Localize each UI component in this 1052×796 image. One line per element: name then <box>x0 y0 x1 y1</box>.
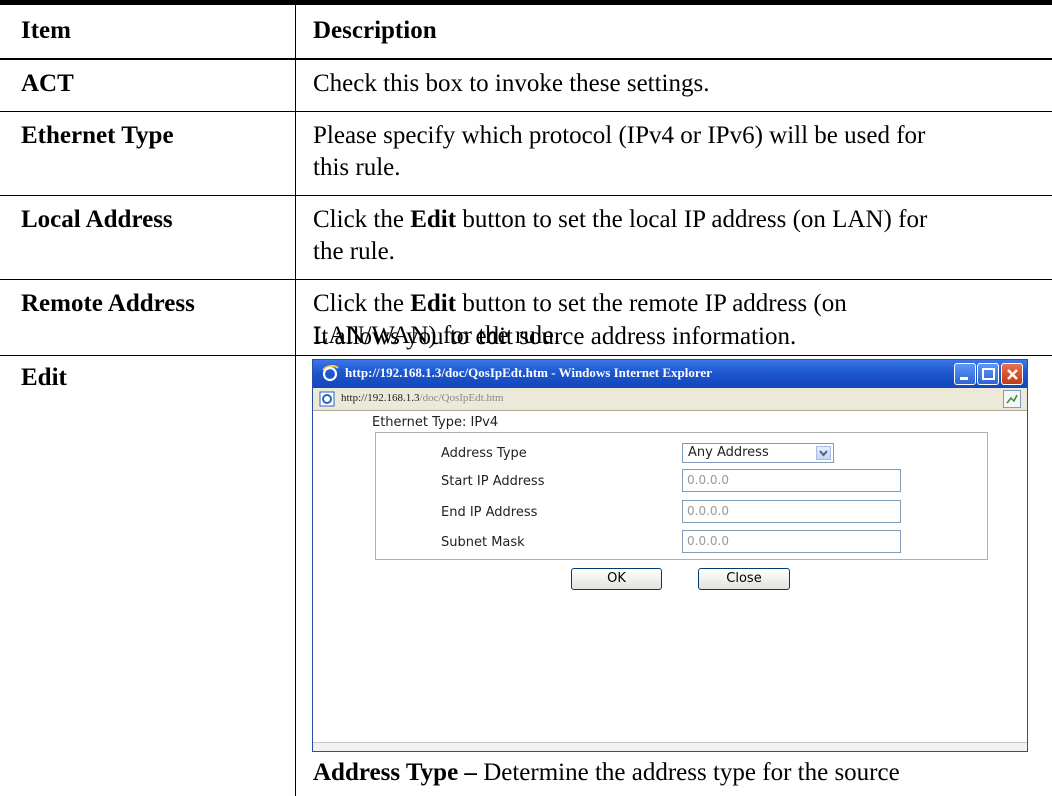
desc-local-address-line1: Click the Edit button to set the local I… <box>313 205 927 235</box>
ie-logo-icon <box>321 364 339 382</box>
desc-remote-address-line1: Click the Edit button to set the remote … <box>313 289 847 319</box>
minimize-icon <box>960 377 968 380</box>
row-rule <box>0 111 1052 112</box>
subnet-mask-label: Subnet Mask <box>441 535 525 550</box>
document-page: Item Description ACT Check this box to i… <box>0 0 1052 796</box>
page-icon <box>319 391 335 407</box>
column-divider <box>295 5 296 796</box>
edit-emphasis: Edit <box>410 206 457 233</box>
row-rule <box>0 279 1052 280</box>
close-window-button[interactable] <box>1001 363 1023 385</box>
end-ip-input[interactable]: 0.0.0.0 <box>682 500 901 523</box>
row-rule <box>0 355 1052 356</box>
chevron-down-icon <box>816 446 831 460</box>
desc-ethernet-type-line2: this rule. <box>313 154 401 181</box>
edit-emphasis: Edit <box>410 290 457 317</box>
column-header-description: Description <box>313 17 437 44</box>
desc-text: button to set the remote IP address (on <box>456 290 847 317</box>
close-icon <box>1007 369 1018 380</box>
item-edit: Edit <box>21 364 67 391</box>
desc-local-address-line2: the rule. <box>313 238 395 265</box>
close-button[interactable]: Close <box>698 568 790 590</box>
maximize-button[interactable] <box>977 363 999 385</box>
start-ip-value: 0.0.0.0 <box>687 473 729 487</box>
address-type-value: Any Address <box>688 445 769 460</box>
table-top-rule <box>0 0 1052 5</box>
end-ip-value: 0.0.0.0 <box>687 504 729 518</box>
start-ip-input[interactable]: 0.0.0.0 <box>682 469 901 492</box>
row-rule <box>0 195 1052 196</box>
column-header-item: Item <box>21 17 71 44</box>
item-ethernet-type: Ethernet Type <box>21 122 174 149</box>
address-type-label: Address Type <box>441 446 527 461</box>
start-ip-label: Start IP Address <box>441 474 545 489</box>
desc-edit: It allows you to edit source address inf… <box>313 323 797 350</box>
dialog-content: Ethernet Type: IPv4 Address Type Any Add… <box>313 411 1027 751</box>
address-type-text: Determine the address type for the sourc… <box>476 759 900 786</box>
desc-text: Click the <box>313 290 411 317</box>
subnet-mask-input[interactable]: 0.0.0.0 <box>682 530 901 553</box>
window-titlebar: http://192.168.1.3/doc/QosIpEdt.htm - Wi… <box>313 360 1027 388</box>
item-act: ACT <box>21 70 74 97</box>
desc-ethernet-type-line1: Please specify which protocol (IPv4 or I… <box>313 122 926 149</box>
ethernet-type-label: Ethernet Type: IPv4 <box>372 415 499 430</box>
subnet-mask-value: 0.0.0.0 <box>687 534 729 548</box>
status-bar <box>313 742 1027 751</box>
desc-text: button to set the local IP address (on L… <box>456 206 928 233</box>
address-type-term: Address Type – <box>313 759 477 786</box>
browser-window: http://192.168.1.3/doc/QosIpEdt.htm - Wi… <box>312 359 1028 752</box>
address-url: http://192.168.1.3/doc/QosIpEdt.htm <box>341 392 504 404</box>
minimize-button[interactable] <box>954 363 976 385</box>
compatibility-icon[interactable] <box>1003 390 1021 408</box>
item-remote-address: Remote Address <box>21 290 195 317</box>
header-bottom-rule <box>0 58 1052 60</box>
item-local-address: Local Address <box>21 206 173 233</box>
address-type-description: Address Type – Determine the address typ… <box>313 758 900 788</box>
url-path: /doc/QosIpEdt.htm <box>419 392 504 404</box>
desc-act: Check this box to invoke these settings. <box>313 70 710 97</box>
ok-button[interactable]: OK <box>571 568 662 590</box>
desc-text: Click the <box>313 206 411 233</box>
address-type-select[interactable]: Any Address <box>682 443 834 463</box>
window-title: http://192.168.1.3/doc/QosIpEdt.htm - Wi… <box>345 365 712 380</box>
url-host: http://192.168.1.3 <box>341 392 420 404</box>
address-bar[interactable]: http://192.168.1.3/doc/QosIpEdt.htm <box>313 388 1027 411</box>
maximize-icon <box>982 368 995 380</box>
end-ip-label: End IP Address <box>441 505 538 520</box>
